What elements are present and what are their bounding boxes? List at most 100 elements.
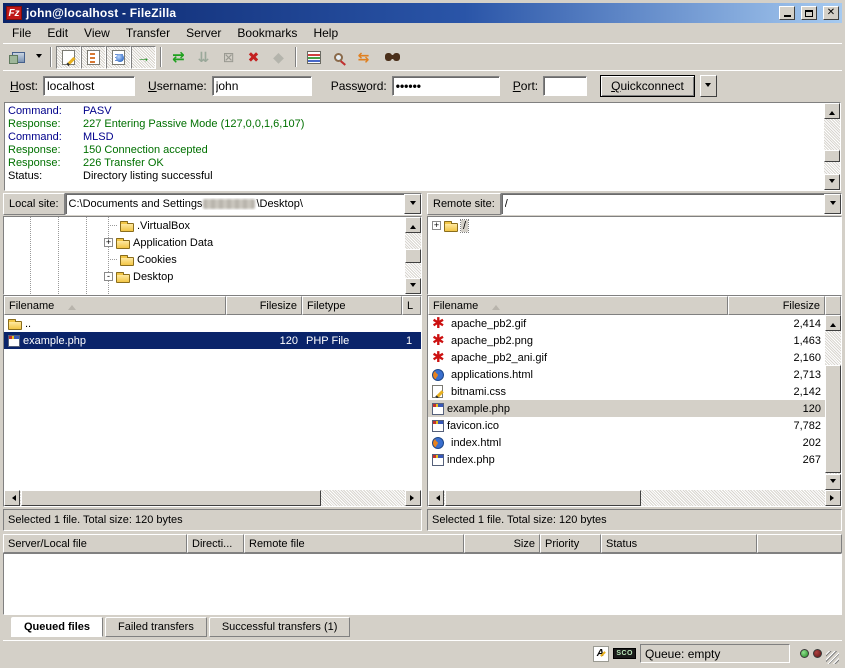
menu-transfer[interactable]: Transfer: [118, 24, 178, 42]
maximize-button[interactable]: [801, 6, 817, 20]
toggle-message-log-button[interactable]: [56, 46, 81, 69]
quickconnect-bar: Host: Username: Password: Port: Quickcon…: [3, 70, 842, 101]
column-priority[interactable]: Priority: [540, 534, 601, 553]
scroll-down-button[interactable]: [405, 278, 421, 294]
close-button[interactable]: ✕: [823, 6, 839, 20]
tree-item-virtualbox[interactable]: .VirtualBox: [4, 217, 421, 234]
scrollbar-thumb[interactable]: [21, 490, 321, 506]
column-filetype[interactable]: Filetype: [302, 296, 402, 315]
refresh-button[interactable]: ⇄: [166, 46, 191, 69]
menu-edit[interactable]: Edit: [39, 24, 76, 42]
synchronized-browsing-button[interactable]: ⇆: [351, 46, 376, 69]
scrollbar-thumb[interactable]: [825, 365, 841, 473]
password-input[interactable]: [392, 76, 500, 96]
port-input[interactable]: [543, 76, 587, 96]
column-status[interactable]: Status: [601, 534, 757, 553]
queue-header: Server/Local file Directi... Remote file…: [3, 534, 842, 553]
column-filesize[interactable]: Filesize: [728, 296, 825, 315]
column-filename[interactable]: Filename: [428, 296, 728, 315]
column-filename[interactable]: Filename: [4, 296, 226, 315]
scroll-down-button[interactable]: [825, 474, 841, 490]
scroll-right-button[interactable]: [405, 490, 421, 506]
tab-failed-transfers[interactable]: Failed transfers: [105, 617, 207, 637]
file-row[interactable]: favicon.ico7,782: [428, 417, 825, 434]
column-last-modified[interactable]: L: [402, 296, 421, 315]
scrollbar-thumb[interactable]: [445, 490, 641, 506]
scroll-right-button[interactable]: [825, 490, 841, 506]
file-row-selected[interactable]: example.php 120 PHP File 1: [4, 332, 421, 349]
process-queue-button[interactable]: ⇊: [191, 46, 216, 69]
log-vertical-scrollbar[interactable]: [824, 103, 840, 190]
local-site-pane: Local site: C:\Documents and Settings\De…: [3, 193, 422, 295]
site-manager-button[interactable]: [6, 46, 31, 69]
menu-help[interactable]: Help: [305, 24, 346, 42]
column-direction[interactable]: Directi...: [187, 534, 244, 553]
local-site-combobox[interactable]: C:\Documents and Settings\Desktop\: [65, 193, 422, 215]
site-manager-icon: [12, 52, 25, 63]
column-size[interactable]: Size: [464, 534, 540, 553]
file-row[interactable]: applications.html2,713: [428, 366, 825, 383]
column-filesize[interactable]: Filesize: [226, 296, 302, 315]
expand-plus-icon[interactable]: +: [432, 221, 441, 230]
minimize-button[interactable]: [779, 6, 795, 20]
file-row[interactable]: index.php267: [428, 451, 825, 468]
remote-site-combobox[interactable]: /: [501, 193, 842, 215]
cancel-operation-button[interactable]: ⊠: [216, 46, 241, 69]
synchronized-browsing-icon: ⇆: [358, 50, 370, 64]
file-row[interactable]: apache_pb2_ani.gif2,160: [428, 349, 825, 366]
toggle-remote-tree-button[interactable]: [106, 46, 131, 69]
scroll-up-button[interactable]: [405, 217, 421, 233]
tab-queued-files[interactable]: Queued files: [11, 617, 103, 637]
menu-view[interactable]: View: [76, 24, 118, 42]
host-input[interactable]: [43, 76, 135, 96]
scroll-down-button[interactable]: [824, 174, 840, 190]
disconnect-button[interactable]: ✖: [241, 46, 266, 69]
tree-item-application-data[interactable]: + Application Data: [4, 234, 421, 251]
resize-grip[interactable]: [826, 651, 839, 664]
remote-list-horizontal-scrollbar[interactable]: [428, 490, 841, 506]
scroll-up-button[interactable]: [825, 315, 841, 331]
tree-item-cookies[interactable]: Cookies: [4, 251, 421, 268]
remote-site-dropdown[interactable]: [824, 194, 841, 214]
file-row[interactable]: index.html202: [428, 434, 825, 451]
column-server-local-file[interactable]: Server/Local file: [3, 534, 187, 553]
file-row[interactable]: bitnami.css2,142: [428, 383, 825, 400]
scroll-left-button[interactable]: [4, 490, 20, 506]
local-site-dropdown[interactable]: [404, 194, 421, 214]
parent-directory-row[interactable]: ..: [4, 315, 421, 332]
scroll-left-button[interactable]: [428, 490, 444, 506]
toggle-queue-button[interactable]: →: [131, 46, 156, 69]
file-row[interactable]: apache_pb2.gif2,414: [428, 315, 825, 332]
scrollbar-thumb[interactable]: [405, 249, 421, 263]
local-list-horizontal-scrollbar[interactable]: [4, 490, 421, 506]
toggle-local-tree-button[interactable]: [81, 46, 106, 69]
quickconnect-dropdown[interactable]: [700, 75, 717, 97]
quickconnect-button[interactable]: Quickconnect: [600, 75, 695, 97]
remote-list-vertical-scrollbar[interactable]: [825, 315, 841, 490]
tree-item-root[interactable]: + /: [428, 217, 841, 234]
menu-server[interactable]: Server: [178, 24, 229, 42]
tab-successful-transfers[interactable]: Successful transfers (1): [209, 617, 351, 637]
find-files-button[interactable]: [376, 46, 401, 69]
log-line: Response:226 Transfer OK: [8, 157, 820, 170]
expand-minus-icon[interactable]: -: [104, 272, 113, 281]
file-row[interactable]: apache_pb2.png1,463: [428, 332, 825, 349]
scroll-up-button[interactable]: [824, 103, 840, 119]
filter-button[interactable]: [301, 46, 326, 69]
menu-bar: File Edit View Transfer Server Bookmarks…: [3, 23, 842, 43]
menu-file[interactable]: File: [4, 24, 39, 42]
local-tree-vertical-scrollbar[interactable]: [405, 217, 421, 294]
expand-plus-icon[interactable]: +: [104, 238, 113, 247]
column-remote-file[interactable]: Remote file: [244, 534, 464, 553]
directory-comparison-button[interactable]: [326, 46, 351, 69]
queue-list-body[interactable]: [3, 553, 842, 615]
reconnect-button[interactable]: ◆: [266, 46, 291, 69]
file-row-selected[interactable]: example.php120: [428, 400, 825, 417]
site-manager-dropdown[interactable]: [31, 46, 46, 69]
menu-bookmarks[interactable]: Bookmarks: [229, 24, 305, 42]
username-input[interactable]: [212, 76, 312, 96]
tree-item-label: Cookies: [137, 254, 177, 266]
tree-item-desktop[interactable]: - Desktop: [4, 268, 421, 285]
scrollbar-thumb[interactable]: [824, 150, 840, 162]
folder-icon: [120, 257, 134, 266]
